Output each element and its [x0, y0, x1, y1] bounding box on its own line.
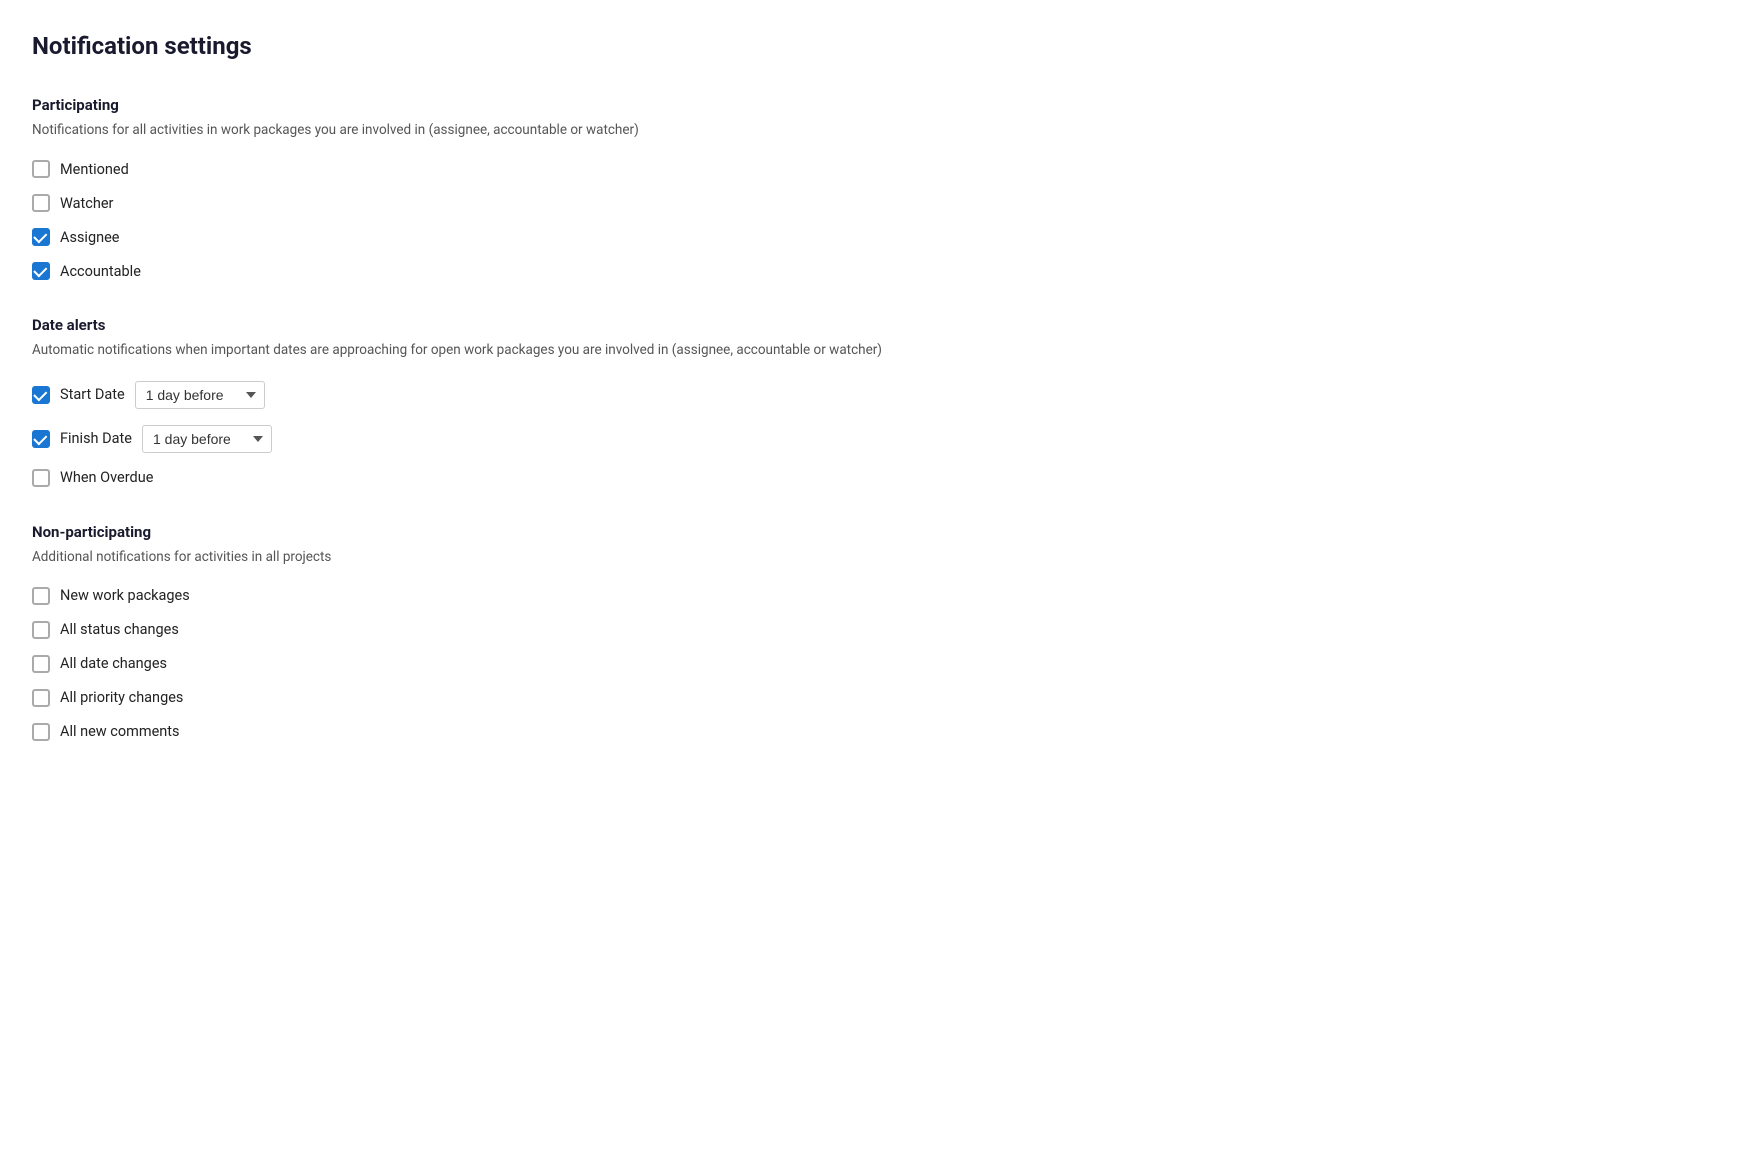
finish-date-row: Finish Date 1 day before 2 days before 3… — [32, 425, 1725, 453]
all-priority-changes-checkbox[interactable] — [32, 689, 50, 707]
when-overdue-checkbox[interactable] — [32, 469, 50, 487]
start-date-group: Start Date 1 day before 2 days before 3 … — [32, 381, 265, 409]
watcher-checkbox[interactable] — [32, 194, 50, 212]
start-date-dropdown[interactable]: 1 day before 2 days before 3 days before… — [135, 381, 265, 409]
mentioned-checkbox[interactable] — [32, 160, 50, 178]
mentioned-row: Mentioned — [32, 160, 1725, 178]
all-priority-changes-label: All priority changes — [60, 689, 183, 706]
start-date-row: Start Date 1 day before 2 days before 3 … — [32, 381, 1725, 409]
all-status-changes-label: All status changes — [60, 621, 179, 638]
new-work-packages-checkbox[interactable] — [32, 587, 50, 605]
finish-date-checkbox[interactable] — [32, 430, 50, 448]
participating-section: Participating Notifications for all acti… — [32, 96, 1725, 280]
all-priority-changes-row: All priority changes — [32, 689, 1725, 707]
new-work-packages-label: New work packages — [60, 587, 190, 604]
assignee-checkbox[interactable] — [32, 228, 50, 246]
when-overdue-row: When Overdue — [32, 469, 1725, 487]
assignee-label: Assignee — [60, 229, 119, 246]
non-participating-section: Non-participating Additional notificatio… — [32, 523, 1725, 741]
watcher-row: Watcher — [32, 194, 1725, 212]
all-date-changes-checkbox[interactable] — [32, 655, 50, 673]
all-new-comments-label: All new comments — [60, 723, 180, 740]
start-date-label: Start Date — [60, 386, 125, 403]
new-work-packages-row: New work packages — [32, 587, 1725, 605]
assignee-row: Assignee — [32, 228, 1725, 246]
finish-date-group: Finish Date 1 day before 2 days before 3… — [32, 425, 272, 453]
accountable-row: Accountable — [32, 262, 1725, 280]
all-date-changes-row: All date changes — [32, 655, 1725, 673]
all-date-changes-label: All date changes — [60, 655, 167, 672]
date-alerts-section-title: Date alerts — [32, 316, 1725, 334]
date-alerts-section: Date alerts Automatic notifications when… — [32, 316, 1725, 486]
accountable-label: Accountable — [60, 263, 141, 280]
when-overdue-label: When Overdue — [60, 469, 153, 486]
all-status-changes-row: All status changes — [32, 621, 1725, 639]
non-participating-description: Additional notifications for activities … — [32, 547, 1725, 567]
participating-section-title: Participating — [32, 96, 1725, 114]
participating-description: Notifications for all activities in work… — [32, 120, 1725, 140]
all-new-comments-checkbox[interactable] — [32, 723, 50, 741]
date-alerts-description: Automatic notifications when important d… — [32, 340, 1725, 360]
all-status-changes-checkbox[interactable] — [32, 621, 50, 639]
accountable-checkbox[interactable] — [32, 262, 50, 280]
finish-date-label: Finish Date — [60, 430, 132, 447]
all-new-comments-row: All new comments — [32, 723, 1725, 741]
start-date-checkbox[interactable] — [32, 386, 50, 404]
finish-date-dropdown[interactable]: 1 day before 2 days before 3 days before… — [142, 425, 272, 453]
mentioned-label: Mentioned — [60, 161, 129, 178]
watcher-label: Watcher — [60, 195, 113, 212]
page-title: Notification settings — [32, 32, 1725, 60]
non-participating-section-title: Non-participating — [32, 523, 1725, 541]
